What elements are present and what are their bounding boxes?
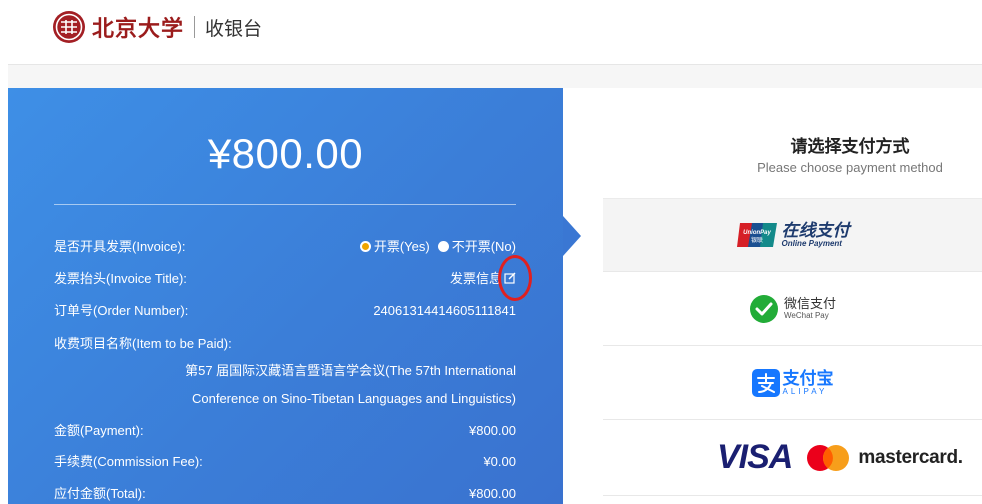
order-number-value: 24061314414605111841 bbox=[373, 303, 516, 318]
commission-label: 手续费(Commission Fee): bbox=[54, 454, 203, 469]
invoice-label: 是否开具发票(Invoice): bbox=[54, 239, 186, 254]
alipay-text: 支付宝 ALIPAY bbox=[783, 370, 834, 396]
alipay-logo: 支付宝 ALIPAY bbox=[751, 368, 834, 397]
radio-checked-icon bbox=[359, 241, 371, 252]
order-amount: ¥800.00 bbox=[207, 130, 364, 177]
unionpay-cn-label: 在线支付 bbox=[781, 221, 850, 240]
invoice-yes-radio[interactable]: 开票(Yes) bbox=[359, 239, 430, 254]
mastercard-label: mastercard. bbox=[858, 446, 963, 468]
item-label: 收费项目名称(Item to be Paid): bbox=[54, 336, 232, 351]
alipay-en-label: ALIPAY bbox=[782, 386, 828, 396]
invoice-options: 开票(Yes) 不开票(No) bbox=[359, 238, 516, 256]
order-summary-panel: ¥800.00 是否开具发票(Invoice): 开票(Yes) 不开票(No) … bbox=[8, 88, 563, 504]
unionpay-badge-text: UnionPay bbox=[743, 230, 771, 236]
panel-pointer-arrow bbox=[563, 216, 581, 256]
university-name: 北京大学 bbox=[92, 16, 185, 42]
visa-logo: VISA bbox=[717, 438, 793, 476]
payment-label: 金额(Payment): bbox=[54, 423, 144, 438]
item-name-line-2: Conference on Sino-Tibetan Languages and… bbox=[191, 391, 516, 406]
commission-value: ¥0.00 bbox=[483, 454, 516, 469]
invoice-no-radio[interactable]: 不开票(No) bbox=[437, 239, 516, 254]
total-label: 应付金额(Total): bbox=[54, 486, 146, 501]
university-logo: 北京大学 收银台 bbox=[52, 10, 262, 44]
unionpay-logo: UnionPay 银联 在线支付 Online Payment bbox=[736, 222, 850, 248]
wechat-pay-en-label: WeChat Pay bbox=[783, 311, 829, 320]
unionpay-en-label: Online Payment bbox=[781, 239, 842, 248]
unionpay-option[interactable]: UnionPay 银联 在线支付 Online Payment bbox=[603, 198, 982, 272]
wechat-pay-option[interactable]: 微信支付 WeChat Pay bbox=[603, 272, 982, 346]
annotation-circle bbox=[498, 255, 532, 301]
order-number-label: 订单号(Order Number): bbox=[54, 303, 189, 318]
invoice-yes-label: 开票(Yes) bbox=[373, 239, 430, 254]
summary-divider bbox=[54, 204, 516, 205]
total-value: ¥800.00 bbox=[469, 486, 516, 501]
card-payment-option[interactable]: VISA mastercard. bbox=[603, 420, 982, 496]
alipay-icon bbox=[751, 368, 780, 397]
item-name-line-1: 第57 届国际汉藏语言暨语言学会议(The 57th International bbox=[185, 363, 516, 378]
pku-seal-icon bbox=[53, 11, 85, 43]
payment-value: ¥800.00 bbox=[469, 423, 516, 438]
invoice-no-label: 不开票(No) bbox=[451, 239, 516, 254]
alipay-cn-label: 支付宝 bbox=[782, 368, 834, 388]
content-top-band bbox=[8, 65, 982, 88]
wechat-pay-logo: 微信支付 WeChat Pay bbox=[749, 294, 836, 324]
wechat-pay-cn-label: 微信支付 bbox=[783, 296, 836, 311]
page-title: 收银台 bbox=[205, 18, 263, 40]
unionpay-icon: UnionPay 银联 bbox=[736, 223, 777, 247]
alipay-option[interactable]: 支付宝 ALIPAY bbox=[603, 346, 982, 420]
unionpay-text: 在线支付 Online Payment bbox=[782, 222, 850, 248]
mastercard-icon bbox=[807, 444, 850, 471]
payment-method-subtitle: Please choose payment method bbox=[757, 160, 943, 175]
invoice-title-label: 发票抬头(Invoice Title): bbox=[54, 271, 187, 286]
payment-method-title: 请选择支付方式 bbox=[790, 137, 910, 156]
mastercard-logo: mastercard. bbox=[806, 444, 963, 472]
header: 北京大学 收银台 bbox=[0, 0, 982, 64]
header-separator bbox=[194, 16, 196, 38]
unionpay-badge-cn: 银联 bbox=[750, 236, 762, 244]
radio-unchecked-icon bbox=[437, 241, 449, 252]
wechat-pay-text: 微信支付 WeChat Pay bbox=[783, 296, 836, 321]
invoice-title-value: 发票信息 bbox=[449, 271, 502, 286]
wechat-pay-icon bbox=[749, 294, 778, 323]
